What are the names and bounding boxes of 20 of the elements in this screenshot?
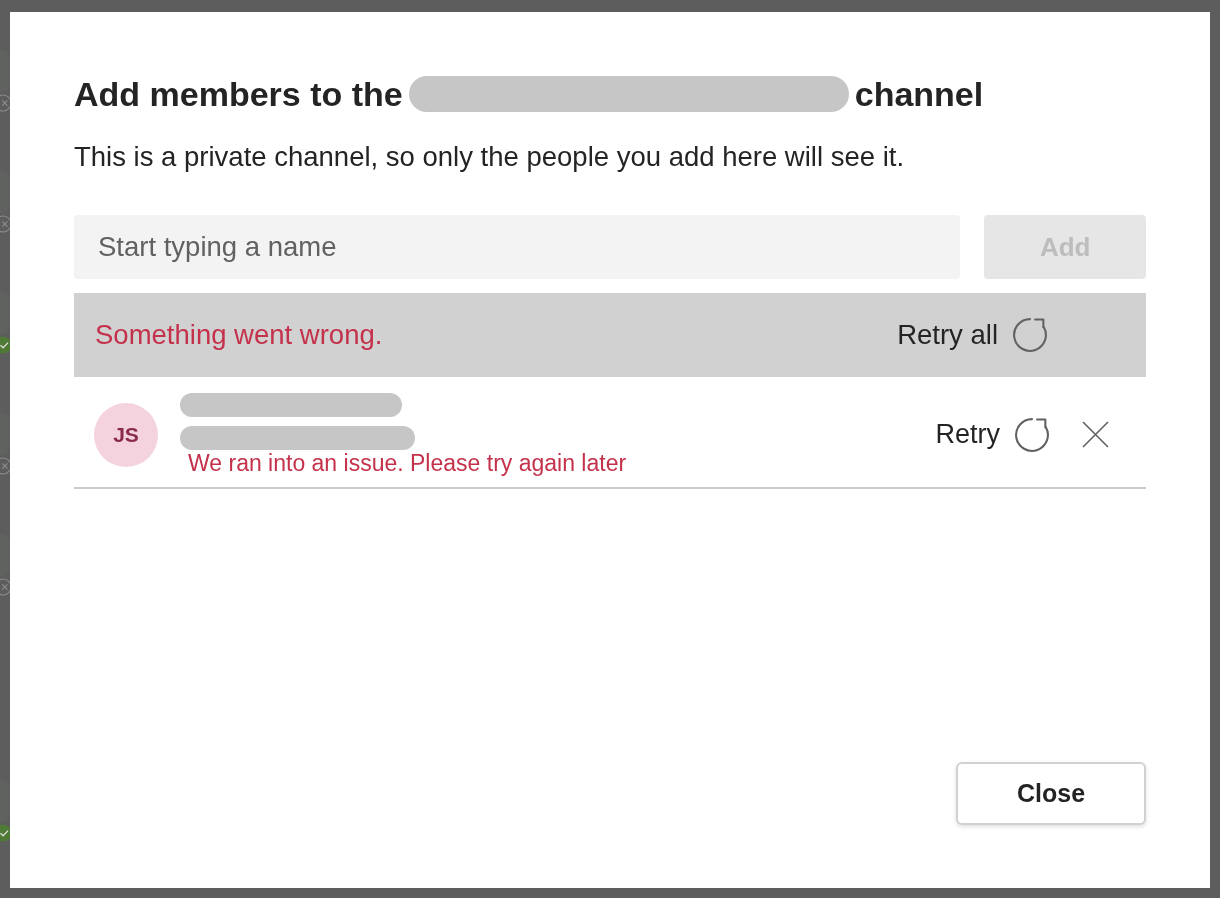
dialog-description: This is a private channel, so only the people you add here will see it. (74, 141, 906, 173)
retry-all-button[interactable]: Retry all (897, 314, 1047, 356)
avatar-photo (0, 413, 10, 455)
error-message: We ran into an issue. Please try again later (188, 450, 628, 476)
avatar-photo (0, 534, 10, 576)
avatar-initials: JS (94, 402, 158, 467)
avatar-photo (0, 171, 10, 213)
retry-button[interactable]: Retry (935, 414, 1049, 455)
dialog-title: Add members to the (74, 74, 403, 114)
close-button[interactable]: Close (956, 762, 1146, 825)
avatar-photo (0, 292, 10, 334)
remove-button[interactable] (1082, 421, 1109, 448)
close-icon (1082, 421, 1109, 448)
error-message: Something went wrong. (95, 318, 383, 353)
search-field[interactable]: Start typing a name (74, 215, 961, 279)
refresh-icon (1015, 417, 1049, 452)
dialog-title: channel (854, 74, 984, 114)
avatar-photo (0, 780, 10, 822)
refresh-icon (1013, 318, 1047, 352)
avatar-photo (0, 50, 10, 92)
